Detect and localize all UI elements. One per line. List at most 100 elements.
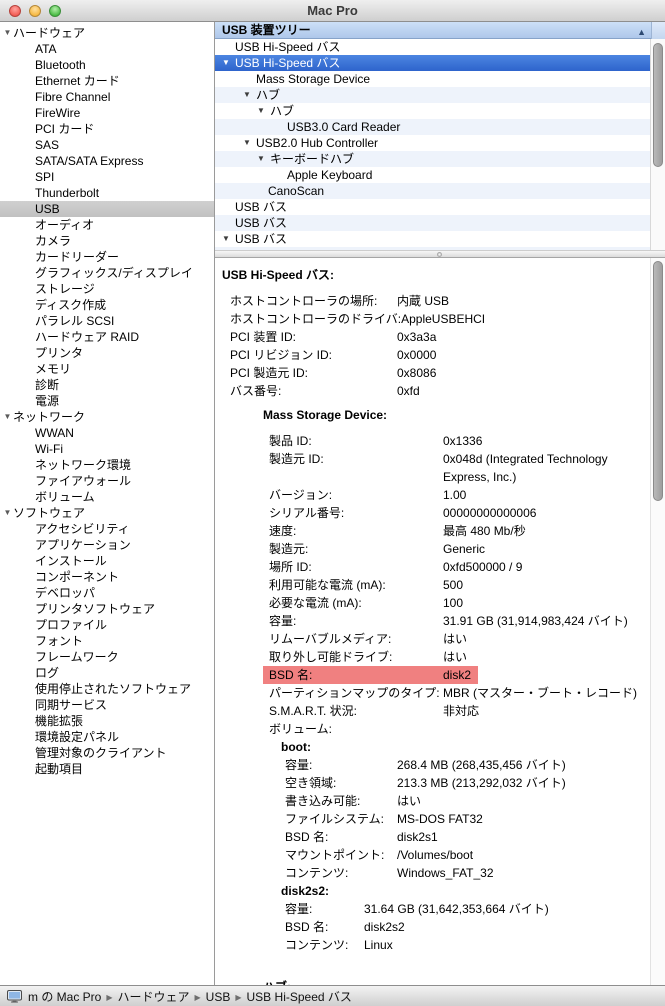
sidebar-item[interactable]: インストール <box>0 553 214 569</box>
sidebar-item[interactable]: 同期サービス <box>0 697 214 713</box>
sidebar-item[interactable]: 起動項目 <box>0 761 214 777</box>
disclosure-triangle-icon[interactable]: ▼ <box>0 505 13 521</box>
tree-row[interactable]: Mass Storage Device <box>215 71 665 87</box>
tree-row[interactable]: USB バス <box>215 199 665 215</box>
zoom-button[interactable] <box>49 5 61 17</box>
sidebar-item[interactable]: ログ <box>0 665 214 681</box>
sidebar-item[interactable]: デベロッパ <box>0 585 214 601</box>
sidebar-item[interactable]: 環境設定パネル <box>0 729 214 745</box>
sidebar-item[interactable]: 電源 <box>0 393 214 409</box>
details-row: 容量:31.91 GB (31,914,983,424 バイト) <box>215 612 665 630</box>
tree-row[interactable]: USB バス <box>215 215 665 231</box>
sidebar-item[interactable]: 機能拡張 <box>0 713 214 729</box>
sidebar-item[interactable]: SATA/SATA Express <box>0 153 214 169</box>
sidebar-item[interactable]: USB <box>0 201 214 217</box>
tree-scrollbar[interactable] <box>650 39 665 250</box>
details-label: ボリューム: <box>269 720 443 738</box>
tree-row[interactable]: Apple Keyboard <box>215 167 665 183</box>
tree-row[interactable]: CanoScan <box>215 183 665 199</box>
sidebar-item[interactable]: ハードウェア RAID <box>0 329 214 345</box>
tree-row[interactable]: ▼USB バス <box>215 231 665 247</box>
sidebar-group-header[interactable]: ▼ハードウェア <box>0 25 214 41</box>
sidebar-item[interactable]: Fibre Channel <box>0 89 214 105</box>
sidebar-item[interactable]: コンポーネント <box>0 569 214 585</box>
sidebar-item[interactable]: ボリューム <box>0 489 214 505</box>
sidebar-item[interactable]: Ethernet カード <box>0 73 214 89</box>
disclosure-triangle-icon[interactable]: ▼ <box>222 55 235 71</box>
close-button[interactable] <box>9 5 21 17</box>
details-label: 容量: <box>269 612 443 630</box>
sidebar-item[interactable]: カメラ <box>0 233 214 249</box>
tree-row-label: USB Hi-Speed バス <box>235 55 340 71</box>
tree-row[interactable]: USB3.0 Card Reader <box>215 119 665 135</box>
disclosure-triangle-icon[interactable]: ▼ <box>257 103 270 119</box>
sidebar-item[interactable]: アプリケーション <box>0 537 214 553</box>
breadcrumb-item[interactable]: USB Hi-Speed バス <box>247 990 352 1004</box>
pane-splitter[interactable] <box>215 250 665 258</box>
details-label: コンテンツ: <box>285 864 397 882</box>
tree-row-label: CanoScan <box>268 183 324 199</box>
details-row: BSD 名:disk2 <box>215 666 665 684</box>
tree-row[interactable]: ▼ハブ <box>215 87 665 103</box>
details-label: 利用可能な電流 (mA): <box>269 576 443 594</box>
breadcrumb-item[interactable]: m の Mac Pro <box>28 990 101 1004</box>
disclosure-triangle-icon[interactable]: ▼ <box>0 409 13 425</box>
details-scrollbar-thumb[interactable] <box>653 261 663 501</box>
tree-row-label: Mass Storage Device <box>256 71 370 87</box>
sidebar-item[interactable]: 診断 <box>0 377 214 393</box>
sidebar-item[interactable]: カードリーダー <box>0 249 214 265</box>
sidebar-group-header[interactable]: ▼ソフトウェア <box>0 505 214 521</box>
disclosure-triangle-icon[interactable]: ▼ <box>243 135 256 151</box>
sidebar-item[interactable]: メモリ <box>0 361 214 377</box>
tree-row[interactable]: ▼USB Hi-Speed バス <box>215 55 665 71</box>
tree-row[interactable]: USB Hi-Speed バス <box>215 39 665 55</box>
sidebar-group-header[interactable]: ▼ネットワーク <box>0 409 214 425</box>
minimize-button[interactable] <box>29 5 41 17</box>
sidebar-item[interactable]: オーディオ <box>0 217 214 233</box>
tree-column-header[interactable]: USB 装置ツリー ▲ <box>215 22 665 39</box>
disclosure-triangle-icon[interactable]: ▼ <box>257 151 270 167</box>
details-value: 213.3 MB (213,292,032 バイト) <box>397 774 566 792</box>
sidebar-item[interactable]: ファイアウォール <box>0 473 214 489</box>
tree-scrollbar-thumb[interactable] <box>653 43 663 167</box>
sidebar-item[interactable]: ストレージ <box>0 281 214 297</box>
tree-row-label: USB バス <box>235 199 287 215</box>
disclosure-triangle-icon[interactable]: ▼ <box>243 87 256 103</box>
sidebar-item[interactable]: 管理対象のクライアント <box>0 745 214 761</box>
sidebar-item[interactable]: プロファイル <box>0 617 214 633</box>
sidebar-item[interactable]: プリンタソフトウェア <box>0 601 214 617</box>
tree-row[interactable]: ▼キーボードハブ <box>215 151 665 167</box>
tree-row[interactable]: ▼USB2.0 Hub Controller <box>215 135 665 151</box>
sidebar-item[interactable]: ATA <box>0 41 214 57</box>
sidebar-item[interactable]: フォント <box>0 633 214 649</box>
sidebar-item[interactable]: 使用停止されたソフトウェア <box>0 681 214 697</box>
sidebar-item[interactable]: WWAN <box>0 425 214 441</box>
sidebar-item[interactable]: Wi-Fi <box>0 441 214 457</box>
disclosure-triangle-icon[interactable]: ▼ <box>222 231 235 247</box>
sidebar-item[interactable]: FireWire <box>0 105 214 121</box>
details-section-header: USB Hi-Speed バス: <box>215 266 665 284</box>
details-value: はい <box>443 648 467 666</box>
details-row: PCI 製造元 ID:0x8086 <box>215 364 665 382</box>
sidebar-item[interactable]: Thunderbolt <box>0 185 214 201</box>
sidebar-item[interactable]: ディスク作成 <box>0 297 214 313</box>
details-row: 速度:最高 480 Mb/秒 <box>215 522 665 540</box>
sidebar-item[interactable]: PCI カード <box>0 121 214 137</box>
sidebar-item[interactable]: アクセシビリティ <box>0 521 214 537</box>
sidebar-item[interactable]: グラフィックス/ディスプレイ <box>0 265 214 281</box>
sidebar-item[interactable]: フレームワーク <box>0 649 214 665</box>
sidebar-item[interactable]: プリンタ <box>0 345 214 361</box>
sidebar-item[interactable]: パラレル SCSI <box>0 313 214 329</box>
details-scrollbar[interactable] <box>650 258 665 985</box>
sidebar-item[interactable]: SPI <box>0 169 214 185</box>
sidebar-item[interactable]: ネットワーク環境 <box>0 457 214 473</box>
details-row: 利用可能な電流 (mA):500 <box>215 576 665 594</box>
breadcrumb-item[interactable]: ハードウェア <box>118 990 190 1004</box>
tree-row[interactable]: ▼ハブ <box>215 103 665 119</box>
details-value: 非対応 <box>443 702 479 720</box>
title-bar[interactable]: Mac Pro <box>0 0 665 22</box>
breadcrumb-item[interactable]: USB <box>206 990 231 1004</box>
sidebar-item[interactable]: Bluetooth <box>0 57 214 73</box>
disclosure-triangle-icon[interactable]: ▼ <box>0 25 13 41</box>
sidebar-item[interactable]: SAS <box>0 137 214 153</box>
